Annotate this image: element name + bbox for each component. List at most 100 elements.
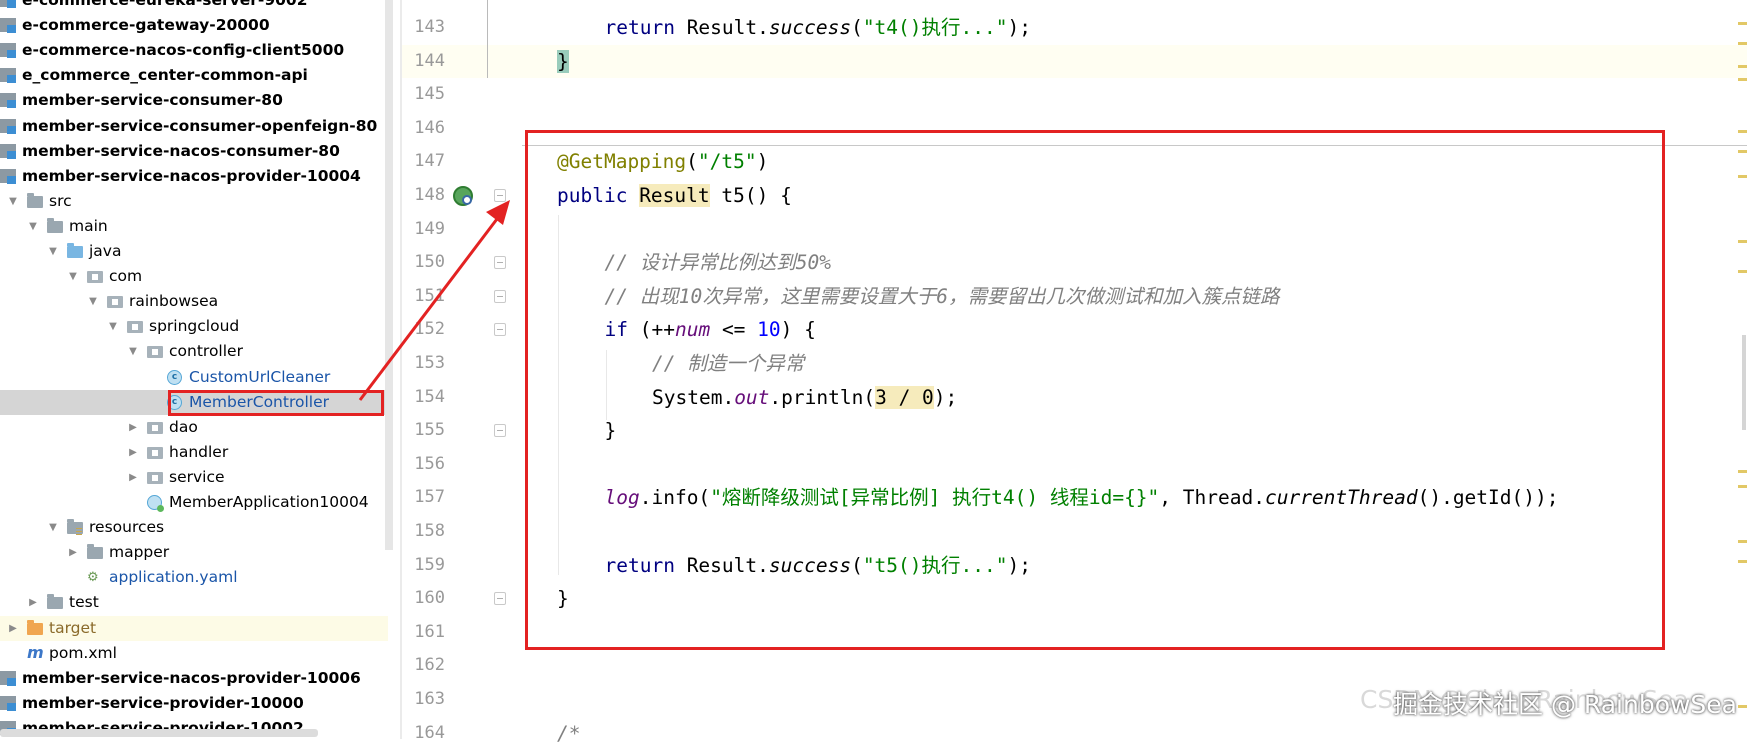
tree-item[interactable]: member-service-provider-10000: [0, 691, 388, 716]
line-number: 160: [414, 588, 445, 609]
expand-arrow-icon[interactable]: ▼: [6, 189, 20, 214]
code-token: "t4()执行...": [862, 16, 1008, 39]
error-stripe-mark[interactable]: [1738, 22, 1747, 25]
tree-item-label: mapper: [109, 543, 170, 562]
expand-arrow-icon[interactable]: ▼: [86, 289, 100, 314]
tree-item-label: springcloud: [149, 317, 240, 336]
error-stripe-mark[interactable]: [1738, 42, 1747, 45]
tree-item[interactable]: ▼ main: [0, 214, 388, 239]
tree-item[interactable]: ▼ resources: [0, 515, 388, 540]
spring-web-endpoint-icon[interactable]: [453, 186, 473, 206]
tree-vertical-scrollbar[interactable]: [385, 0, 393, 550]
tree-item[interactable]: ⚙ application.yaml: [0, 565, 388, 590]
code-text: /*: [557, 717, 580, 750]
error-stripe-mark[interactable]: [1738, 560, 1747, 563]
expand-arrow-icon[interactable]: ▼: [66, 264, 80, 289]
tree-item[interactable]: e_commerce_center-common-api: [0, 63, 388, 88]
watermark-text: 掘金技术社区 @ RainbowSea: [1393, 690, 1738, 719]
expand-arrow-icon[interactable]: ▼: [46, 515, 60, 540]
tree-item-label: member-service-nacos-provider-10006: [22, 668, 361, 687]
fold-marker-icon[interactable]: [494, 592, 506, 606]
line-number: 155: [414, 420, 445, 441]
fold-marker-icon[interactable]: [494, 256, 506, 270]
tree-item[interactable]: ▶ service: [0, 465, 388, 490]
resources-folder-icon: [67, 519, 83, 536]
tree-item[interactable]: member-service-consumer-80: [0, 88, 388, 113]
error-stripe-mark[interactable]: [1738, 65, 1747, 68]
tree-item-label: pom.xml: [49, 643, 117, 662]
tree-item[interactable]: ▶ handler: [0, 440, 388, 465]
error-stripe-mark[interactable]: [1738, 540, 1747, 543]
error-stripe-mark[interactable]: [1738, 130, 1747, 133]
tree-item[interactable]: e-commerce-gateway-20000: [0, 13, 388, 38]
error-stripe-mark[interactable]: [1738, 175, 1747, 178]
code-line[interactable]: 143 return Result.success("t4()执行...");: [402, 11, 1747, 45]
tree-item[interactable]: ▼ java: [0, 239, 388, 264]
folder-icon: [27, 192, 43, 208]
expand-arrow-icon[interactable]: ▼: [126, 339, 140, 364]
collapse-arrow-icon[interactable]: ▶: [66, 540, 80, 565]
tree-item[interactable]: MemberApplication10004: [0, 490, 388, 515]
error-stripe-mark[interactable]: [1738, 485, 1747, 488]
tree-item[interactable]: member-service-nacos-provider-10006: [0, 666, 388, 691]
editor-vertical-scrollbar[interactable]: [1742, 335, 1746, 430]
tree-item[interactable]: ▼ controller: [0, 339, 388, 364]
tree-item-label: e-commerce-eureka-server-9002: [22, 0, 308, 9]
code-line[interactable]: 145: [402, 78, 1747, 112]
tree-item[interactable]: ▶ target: [0, 615, 388, 641]
expand-arrow-icon[interactable]: ▼: [46, 239, 60, 264]
line-number: 144: [414, 50, 445, 71]
tree-item[interactable]: e-commerce-eureka-server-9002: [0, 0, 388, 13]
module-icon: [0, 118, 16, 134]
tree-item[interactable]: ▼ src: [0, 189, 388, 214]
line-number: 152: [414, 319, 445, 340]
tree-item[interactable]: member-service-nacos-consumer-80: [0, 139, 388, 164]
collapse-arrow-icon[interactable]: ▶: [6, 616, 20, 641]
tree-item[interactable]: ▼member-service-nacos-provider-10004: [0, 164, 388, 189]
error-stripe-mark[interactable]: [1738, 705, 1747, 708]
tree-item[interactable]: ▶ mapper: [0, 540, 388, 565]
tree-item-label: resources: [89, 518, 165, 537]
collapse-arrow-icon[interactable]: ▶: [126, 415, 140, 440]
tree-item[interactable]: c CustomUrlCleaner: [0, 365, 388, 390]
tree-item[interactable]: ▶ dao: [0, 415, 388, 440]
expand-arrow-icon[interactable]: ▼: [26, 214, 40, 239]
error-stripe-mark[interactable]: [1738, 470, 1747, 473]
collapse-arrow-icon[interactable]: ▶: [26, 590, 40, 615]
code-line[interactable]: 162: [402, 649, 1747, 683]
tree-item[interactable]: m pom.xml: [0, 641, 388, 666]
maven-icon: m: [27, 642, 44, 662]
tree-horizontal-scrollbar[interactable]: [0, 729, 318, 737]
fold-marker-icon[interactable]: [494, 424, 506, 438]
module-icon: [0, 695, 16, 711]
fold-marker-icon[interactable]: [494, 323, 506, 337]
error-stripe-mark[interactable]: [1738, 150, 1747, 153]
code-token: return: [604, 16, 687, 39]
fold-marker-icon[interactable]: [494, 289, 506, 303]
collapse-arrow-icon[interactable]: ▶: [126, 465, 140, 490]
tree-item-label: MemberApplication10004: [169, 493, 369, 511]
tree-item[interactable]: ▶ test: [0, 590, 388, 615]
code-line[interactable]: 144}: [402, 44, 1747, 79]
tree-item[interactable]: ▼ rainbowsea: [0, 289, 388, 314]
error-stripe-mark[interactable]: [1738, 270, 1747, 273]
folder-icon: [47, 594, 63, 610]
expand-arrow-icon[interactable]: ▼: [106, 314, 120, 339]
package-icon: [147, 421, 163, 434]
watermark: CSDN @ChinaRainbowSea 掘金技术社区 @ RainbowSea: [1360, 685, 1737, 719]
error-stripe-mark[interactable]: [1738, 78, 1747, 81]
code-text: return Result.success("t4()执行...");: [605, 11, 1031, 45]
code-line[interactable]: 164 /*: [402, 717, 1747, 750]
excluded-folder-icon: [27, 619, 43, 635]
line-number: 148: [414, 185, 445, 205]
tree-item[interactable]: e-commerce-nacos-config-client5000: [0, 38, 388, 63]
package-icon: [107, 296, 123, 309]
error-stripe-mark[interactable]: [1738, 240, 1747, 243]
tree-item[interactable]: ▼ com: [0, 264, 388, 289]
folder-icon: [87, 544, 103, 560]
collapse-arrow-icon[interactable]: ▶: [126, 440, 140, 465]
tree-item[interactable]: member-service-consumer-openfeign-80: [0, 114, 388, 139]
fold-marker-icon[interactable]: [494, 189, 506, 202]
code-text: }: [557, 45, 569, 79]
tree-item[interactable]: ▼ springcloud: [0, 314, 388, 339]
